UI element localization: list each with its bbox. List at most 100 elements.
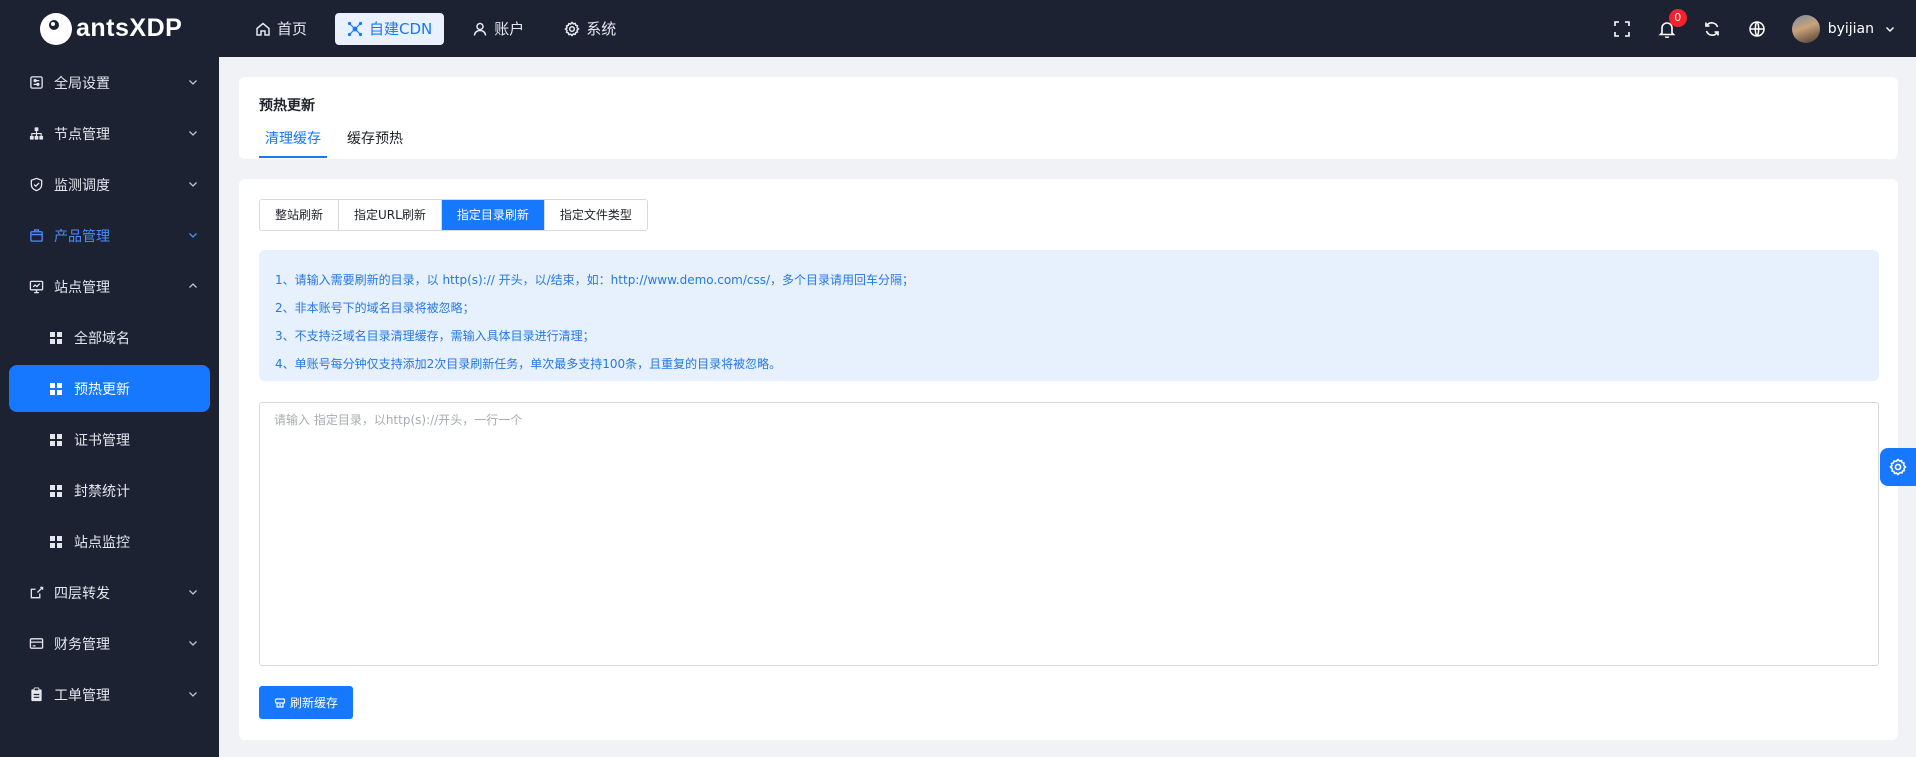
sidebar-item-monitor-schedule[interactable]: 监测调度	[0, 159, 219, 210]
page-title: 预热更新	[259, 98, 315, 114]
notification-badge: 0	[1668, 9, 1687, 27]
card-icon	[28, 636, 44, 652]
sidebar-item-product-management[interactable]: 产品管理	[0, 210, 219, 261]
segment-directory-refresh[interactable]: 指定目录刷新	[441, 200, 545, 230]
gear-icon	[564, 20, 580, 37]
segment-file-type-refresh[interactable]: 指定文件类型	[544, 200, 647, 230]
avatar	[1791, 14, 1820, 43]
gear-icon	[1889, 458, 1907, 476]
network-icon	[347, 21, 363, 36]
sidebar-subitem-label: 全部域名	[74, 330, 130, 347]
sitemap-icon	[28, 126, 44, 142]
shield-icon	[28, 177, 44, 193]
refresh-button[interactable]	[1690, 0, 1735, 57]
grid-icon	[50, 484, 62, 497]
page-tabs: 清理缓存 缓存预热	[259, 128, 1878, 158]
chevron-down-icon	[189, 641, 197, 646]
notice-line: 4、单账号每分钟仅支持添加2次目录刷新任务，单次最多支持100条，且重复的目录将…	[275, 357, 782, 371]
language-button[interactable]	[1735, 0, 1780, 57]
brand-logo[interactable]: antsXDP	[0, 0, 219, 57]
directory-input[interactable]	[259, 402, 1879, 666]
grid-icon	[50, 535, 62, 548]
refresh-cache-button[interactable]: 刷新缓存	[259, 686, 354, 719]
monitor-icon	[28, 279, 44, 295]
sidebar-subitem-label: 预热更新	[74, 381, 130, 398]
notice-line: 3、不支持泛域名目录清理缓存，需输入具体目录进行清理；	[275, 329, 595, 343]
logo-icon	[40, 12, 72, 45]
sidebar-subitem-cert-management[interactable]: 证书管理	[0, 414, 219, 465]
brand-name: antsXDP	[76, 14, 183, 42]
nav-home-label: 首页	[277, 20, 308, 38]
top-nav: 首页 自建CDN 账户 系统	[243, 0, 644, 57]
sidebar-subitem-label: 证书管理	[74, 432, 130, 449]
chevron-down-icon	[189, 590, 197, 595]
sidebar-item-finance-management[interactable]: 财务管理	[0, 618, 219, 669]
sidebar-item-ticket-management[interactable]: 工单管理	[0, 669, 219, 720]
segment-url-refresh[interactable]: 指定URL刷新	[339, 200, 442, 230]
instructions-notice: 1、请输入需要刷新的目录，以 http(s):// 开头，以/结束，如：http…	[259, 250, 1879, 381]
sidebar-item-label: 全局设置	[54, 75, 110, 92]
top-right-tools: 0 byijian	[1600, 0, 1916, 57]
sidebar-subitem-all-domains[interactable]: 全部域名	[0, 312, 219, 363]
share-icon	[28, 585, 44, 601]
sidebar-item-label: 站点管理	[54, 279, 110, 296]
fullscreen-button[interactable]	[1600, 0, 1645, 57]
chevron-up-icon	[189, 283, 197, 288]
grid-icon	[50, 433, 62, 446]
sidebar-item-label: 财务管理	[54, 636, 110, 653]
globe-icon	[1749, 20, 1765, 37]
refresh-type-selector: 整站刷新 指定URL刷新 指定目录刷新 指定文件类型	[259, 199, 648, 231]
clipboard-icon	[28, 687, 44, 703]
nav-self-cdn[interactable]: 自建CDN	[335, 12, 445, 45]
sidebar-item-label: 四层转发	[54, 585, 110, 602]
sidebar: 全局设置 节点管理 监测调度 产品管理 站点管理 全部域名 预热更新 证书管理 …	[0, 57, 219, 757]
nav-self-cdn-label: 自建CDN	[369, 20, 433, 38]
notification-button[interactable]: 0	[1645, 0, 1690, 57]
sidebar-subitem-ban-stats[interactable]: 封禁统计	[0, 465, 219, 516]
notice-line: 1、请输入需要刷新的目录，以 http(s):// 开头，以/结束，如：http…	[275, 273, 915, 287]
refresh-form-card: 整站刷新 指定URL刷新 指定目录刷新 指定文件类型 1、请输入需要刷新的目录，…	[239, 179, 1898, 740]
settings-doc-icon	[28, 75, 44, 91]
sidebar-item-global-settings[interactable]: 全局设置	[0, 57, 219, 108]
sidebar-item-label: 节点管理	[54, 126, 110, 143]
user-icon	[474, 22, 487, 36]
grid-icon	[50, 331, 62, 344]
refresh-icon	[1705, 21, 1720, 36]
home-icon	[256, 22, 270, 36]
nav-system[interactable]: 系统	[552, 13, 628, 45]
username: byijian	[1827, 20, 1874, 37]
chevron-down-icon	[189, 80, 197, 85]
tab-clear-cache[interactable]: 清理缓存	[259, 128, 327, 158]
nav-system-label: 系统	[586, 20, 617, 38]
sidebar-subitem-label: 站点监控	[74, 534, 130, 551]
sidebar-subitem-preheat-refresh[interactable]: 预热更新	[9, 365, 210, 412]
chevron-down-icon	[1886, 26, 1894, 32]
chevron-down-icon	[189, 131, 197, 136]
sidebar-item-node-management[interactable]: 节点管理	[0, 108, 219, 159]
refresh-cache-label: 刷新缓存	[290, 696, 339, 710]
top-bar: antsXDP 首页 自建CDN 账户 系统 0 byijian	[0, 0, 1916, 57]
user-menu[interactable]: byijian	[1780, 0, 1916, 57]
sidebar-subitem-site-monitor[interactable]: 站点监控	[0, 516, 219, 567]
nav-account[interactable]: 账户	[460, 13, 536, 45]
notice-line: 2、非本账号下的域名目录将被忽略；	[275, 301, 475, 315]
sidebar-item-label: 工单管理	[54, 687, 110, 704]
sidebar-item-label: 监测调度	[54, 177, 110, 194]
grid-icon	[50, 382, 62, 395]
sidebar-item-label: 产品管理	[54, 228, 110, 245]
page-header-card: 预热更新 清理缓存 缓存预热	[239, 77, 1898, 159]
segment-full-site-refresh[interactable]: 整站刷新	[260, 200, 340, 230]
clean-icon	[274, 697, 286, 708]
nav-account-label: 账户	[494, 20, 525, 38]
tab-cache-preheat[interactable]: 缓存预热	[341, 128, 409, 158]
chevron-down-icon	[189, 692, 197, 697]
chevron-down-icon	[189, 182, 197, 187]
box-icon	[28, 228, 44, 244]
fullscreen-icon	[1614, 20, 1631, 37]
floating-settings-button[interactable]	[1880, 448, 1916, 486]
chevron-down-icon	[189, 233, 197, 238]
nav-home[interactable]: 首页	[243, 13, 319, 45]
sidebar-item-l4-forwarding[interactable]: 四层转发	[0, 567, 219, 618]
sidebar-subitem-label: 封禁统计	[74, 483, 130, 500]
sidebar-item-site-management[interactable]: 站点管理	[0, 261, 219, 312]
